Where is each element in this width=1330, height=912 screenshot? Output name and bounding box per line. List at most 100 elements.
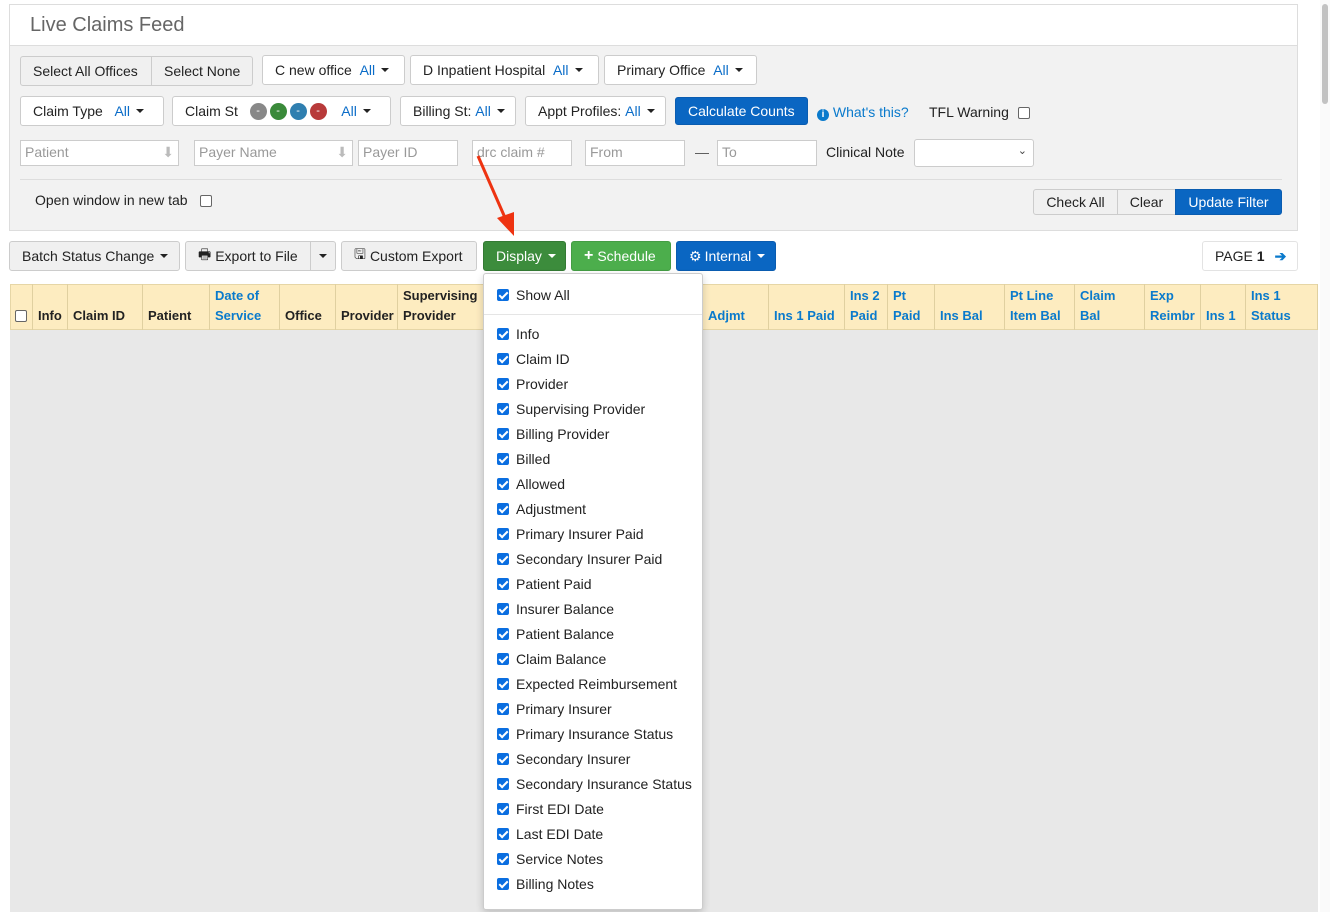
checkbox-checked[interactable]	[497, 578, 509, 590]
checkbox-checked[interactable]	[497, 703, 509, 715]
payer-id-input[interactable]: Payer ID	[358, 140, 458, 166]
update-filter-button[interactable]: Update Filter	[1175, 189, 1282, 215]
clinical-note-select[interactable]: ⌄	[914, 139, 1034, 167]
column-header[interactable]: Ins 1 Status	[1246, 284, 1318, 330]
column-header[interactable]: Ins 1 Paid	[769, 284, 845, 330]
menu-item[interactable]: Claim ID	[497, 351, 570, 367]
scrollbar[interactable]	[1320, 0, 1330, 912]
menu-item-label: Allowed	[516, 476, 566, 492]
calculate-counts-button[interactable]: Calculate Counts	[675, 97, 808, 125]
office-filter-primary-office[interactable]: Primary Office All	[604, 55, 757, 85]
checkbox-checked[interactable]	[497, 728, 509, 740]
checkbox-checked[interactable]	[497, 878, 509, 890]
claim-status-filter[interactable]: Claim St ---- All	[172, 96, 391, 126]
menu-item[interactable]: Last EDI Date	[497, 826, 603, 842]
arrow-right-icon[interactable]: ➔	[1275, 248, 1287, 265]
menu-item[interactable]: Billing Notes	[497, 876, 594, 892]
menu-item[interactable]: Patient Paid	[497, 576, 592, 592]
checkbox-checked[interactable]	[497, 628, 509, 640]
menu-item[interactable]: Primary Insurance Status	[497, 726, 673, 742]
checkbox-checked[interactable]	[497, 828, 509, 840]
office-filter-d-inpatient-hospital[interactable]: D Inpatient Hospital All	[410, 55, 599, 85]
appt-profiles-filter[interactable]: Appt Profiles: All	[525, 96, 666, 126]
menu-item[interactable]: Provider	[497, 376, 568, 392]
page-navigator[interactable]: PAGE 1 ➔	[1202, 241, 1298, 271]
status-dot-blue[interactable]: -	[289, 102, 307, 120]
checkbox-checked[interactable]	[497, 403, 509, 415]
menu-item[interactable]: Claim Balance	[497, 651, 606, 667]
select-all-offices-button[interactable]: Select All Offices	[20, 56, 152, 86]
checkbox-checked[interactable]	[497, 603, 509, 615]
checkbox-checked[interactable]	[497, 803, 509, 815]
menu-item[interactable]: Primary Insurer	[497, 701, 612, 717]
menu-item[interactable]: Insurer Balance	[497, 601, 614, 617]
menu-item[interactable]: Billed	[497, 451, 550, 467]
menu-item[interactable]: Primary Insurer Paid	[497, 526, 644, 542]
schedule-button[interactable]: + Schedule	[571, 241, 671, 271]
select-all-checkbox[interactable]	[15, 310, 27, 322]
patient-input[interactable]: Patient ⬇	[20, 140, 179, 166]
from-date-input[interactable]: From	[585, 140, 685, 166]
column-header[interactable]: Ins 1	[1201, 284, 1246, 330]
checkbox-checked[interactable]	[497, 853, 509, 865]
column-header[interactable]: Exp Reimbr	[1145, 284, 1201, 330]
column-header[interactable]: Pt Paid	[888, 284, 935, 330]
column-header[interactable]: Adjmt	[703, 284, 769, 330]
checkbox-checked[interactable]	[497, 353, 509, 365]
menu-item[interactable]: Secondary Insurer	[497, 751, 630, 767]
menu-item[interactable]: Secondary Insurer Paid	[497, 551, 662, 567]
menu-item[interactable]: Info	[497, 326, 539, 342]
checkbox-checked[interactable]	[497, 378, 509, 390]
menu-item[interactable]: Supervising Provider	[497, 401, 645, 417]
display-button[interactable]: Display	[483, 241, 566, 271]
checkbox-checked[interactable]	[497, 478, 509, 490]
column-header[interactable]: Date of Service	[210, 284, 280, 330]
billing-status-filter[interactable]: Billing St: All	[400, 96, 516, 126]
clear-button[interactable]: Clear	[1117, 189, 1176, 215]
status-dot-green[interactable]: -	[269, 102, 287, 120]
column-header[interactable]: Ins Bal	[935, 284, 1005, 330]
checkbox-checked[interactable]	[497, 528, 509, 540]
whats-this-link[interactable]: i What's this?	[817, 104, 909, 121]
caret-down-icon	[547, 254, 556, 258]
menu-item[interactable]: Patient Balance	[497, 626, 614, 642]
payer-name-input[interactable]: Payer Name ⬇	[194, 140, 353, 166]
column-header[interactable]: Ins 2 Paid	[845, 284, 888, 330]
batch-status-change-button[interactable]: Batch Status Change	[9, 241, 180, 271]
tfl-warning-checkbox[interactable]	[1018, 107, 1030, 119]
column-header[interactable]: Claim Bal	[1075, 284, 1145, 330]
menu-item[interactable]: Adjustment	[497, 501, 586, 517]
caret-down-icon	[136, 109, 145, 113]
checkbox-checked[interactable]	[497, 428, 509, 440]
export-to-file-button[interactable]: 🖶 Export to File	[185, 241, 311, 271]
menu-item[interactable]: Allowed	[497, 476, 565, 492]
menu-item[interactable]: Expected Reimbursement	[497, 676, 677, 692]
menu-item-show-all[interactable]: Show All	[497, 287, 570, 303]
checkbox-checked[interactable]	[497, 503, 509, 515]
checkbox-checked[interactable]	[497, 453, 509, 465]
select-none-button[interactable]: Select None	[151, 56, 253, 86]
scrollbar-thumb[interactable]	[1322, 4, 1328, 104]
checkbox-checked[interactable]	[497, 289, 509, 301]
column-header[interactable]: Pt Line Item Bal	[1005, 284, 1075, 330]
checkbox-checked[interactable]	[497, 678, 509, 690]
status-dot-gray[interactable]: -	[249, 102, 267, 120]
checkbox-checked[interactable]	[497, 328, 509, 340]
status-dot-red[interactable]: -	[309, 102, 327, 120]
check-all-button[interactable]: Check All	[1033, 189, 1118, 215]
internal-button[interactable]: ⚙ Internal	[676, 241, 776, 271]
export-options-dropdown[interactable]	[310, 241, 336, 271]
checkbox-checked[interactable]	[497, 653, 509, 665]
checkbox-checked[interactable]	[497, 753, 509, 765]
office-filter-c-new-office[interactable]: C new office All	[262, 55, 405, 85]
menu-item[interactable]: Secondary Insurance Status	[497, 776, 692, 792]
custom-export-button[interactable]: 🖫 Custom Export	[341, 241, 477, 271]
menu-item[interactable]: Billing Provider	[497, 426, 609, 442]
menu-item[interactable]: Service Notes	[497, 851, 603, 867]
to-date-input[interactable]: To	[717, 140, 817, 166]
checkbox-checked[interactable]	[497, 553, 509, 565]
open-new-tab-checkbox[interactable]	[200, 195, 212, 207]
checkbox-checked[interactable]	[497, 778, 509, 790]
menu-item[interactable]: First EDI Date	[497, 801, 604, 817]
claim-type-filter[interactable]: Claim Type All	[20, 96, 164, 126]
